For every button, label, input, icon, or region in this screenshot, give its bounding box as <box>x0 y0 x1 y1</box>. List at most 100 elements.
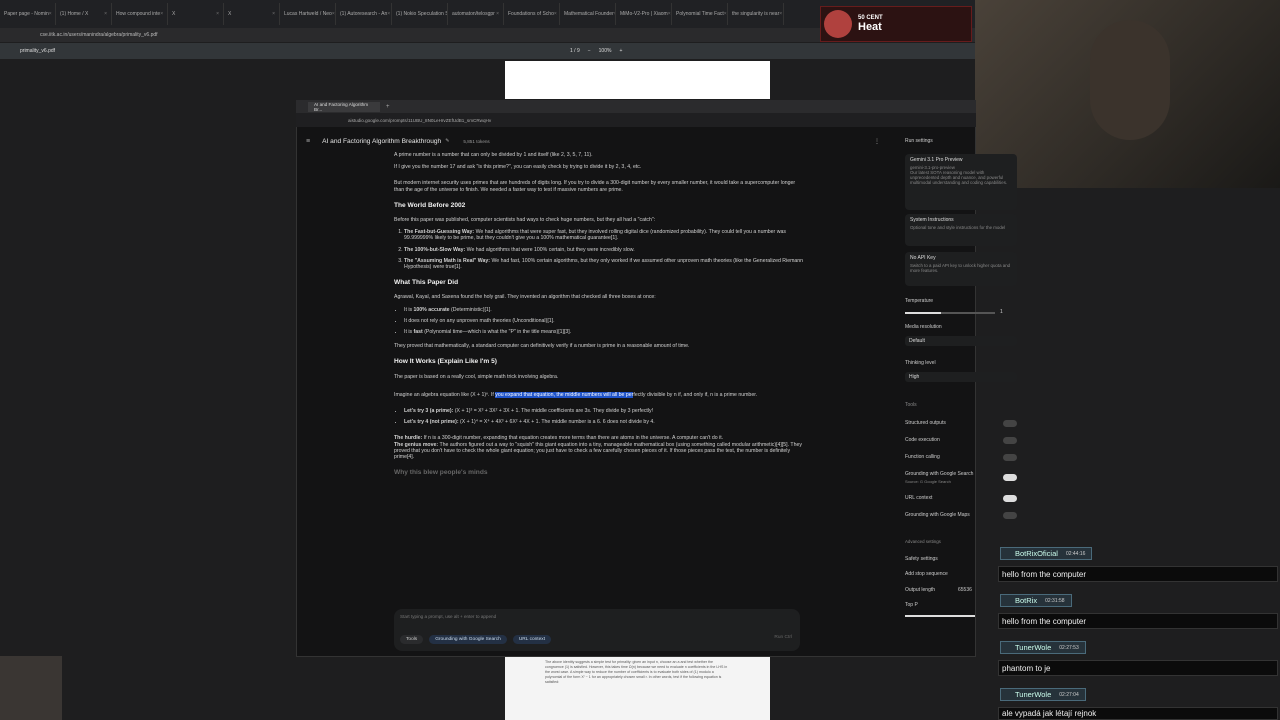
studio-toolbar: ≡ AI and Factoring Algorithm Breakthroug… <box>296 133 896 149</box>
section-heading: Why this blew people's minds <box>394 469 488 477</box>
advanced-settings[interactable]: Advanced settings <box>905 539 941 544</box>
browser-tab[interactable]: MiMo-V2-Pro | Xiaom × <box>616 3 672 25</box>
top-p-slider[interactable] <box>905 615 975 617</box>
temperature-label: Temperature <box>905 298 934 304</box>
pdf-toolbar: primality_v6.pdf 1 / 9 − 100% + <box>0 43 975 59</box>
paragraph: But modern internet security uses primes… <box>394 180 796 193</box>
close-tab-icon[interactable]: × <box>554 11 557 17</box>
edit-title-icon[interactable]: ✎ <box>445 138 449 144</box>
prompt-input[interactable]: Start typing a prompt, use alt + enter t… <box>400 614 496 619</box>
grounding-source: Source: G Google Search <box>905 479 951 484</box>
maps-toggle[interactable] <box>1003 512 1017 519</box>
close-tab-icon[interactable]: × <box>496 11 499 17</box>
grounding-toggle[interactable] <box>1003 474 1017 481</box>
browser-tab[interactable]: X × <box>224 3 280 25</box>
browser-tab[interactable]: automaton/telosgpr × <box>448 3 504 25</box>
paragraph: They proved that mathematically, a stand… <box>394 343 690 350</box>
browser-tab[interactable]: Foundations of Scho × <box>504 3 560 25</box>
browser-tab[interactable]: Polynomial Time Fact × <box>672 3 728 25</box>
browser-tab[interactable]: How compound inte × <box>112 3 168 25</box>
close-tab-icon[interactable]: × <box>216 11 219 17</box>
browser-tab-label: automaton/telosgpr <box>452 11 495 17</box>
browser-tab-label: X <box>172 11 176 17</box>
media-dropdown[interactable]: Default <box>905 336 1017 346</box>
prompt-title[interactable]: AI and Factoring Algorithm Breakthrough <box>322 138 441 145</box>
zoom-in-icon[interactable]: + <box>619 48 622 54</box>
system-instructions[interactable]: System Instructions Optional tone and st… <box>905 214 1017 246</box>
browser-tab[interactable]: Mathematical Founder× <box>560 3 616 25</box>
studio-tab[interactable]: AI and Factoring Algorithm Br... <box>308 101 380 112</box>
model-card[interactable]: Gemini 3.1 Pro Preview gemini-3.1-pro-pr… <box>905 154 1017 210</box>
close-tab-icon[interactable]: × <box>779 11 782 17</box>
browser-tab-label: Foundations of Scho <box>508 11 554 17</box>
chat-username: TunerWole 02:27:04 <box>1000 688 1086 701</box>
api-key-card[interactable]: No API Key Switch to a paid API key to u… <box>905 252 1017 286</box>
chat-message: hello from the computer <box>998 613 1278 629</box>
paragraph-with-selection: Imagine an algebra equation like (X + 1)… <box>394 391 758 398</box>
grounding-chip[interactable]: Grounding with Google Search <box>429 635 507 644</box>
thinking-label: Thinking level <box>905 360 936 366</box>
menu-icon[interactable]: ≡ <box>306 138 310 145</box>
url-context: URL context <box>905 495 933 501</box>
close-tab-icon[interactable]: × <box>332 11 335 17</box>
chat-message: hello from the computer <box>998 566 1278 582</box>
tools-button[interactable]: Tools <box>400 635 424 644</box>
selected-text[interactable]: you expand that equation, the middle num… <box>495 391 634 398</box>
temperature-slider[interactable] <box>905 312 995 314</box>
browser-tab[interactable]: (1) Autoresearch - An × <box>336 3 392 25</box>
section-heading: How It Works (Explain Like I'm 5) <box>394 358 497 366</box>
browser-tab[interactable]: Lucas Hartweld / Neo × <box>280 3 336 25</box>
browser-tab[interactable]: (1) Nokio Speculation S× <box>392 3 448 25</box>
structured-toggle[interactable] <box>1003 420 1017 427</box>
url-text: cse.iitk.ac.in/users/manindra/algebra/pr… <box>40 32 158 38</box>
stream-decoration <box>0 656 62 720</box>
temperature-value[interactable]: 1 <box>1000 309 1003 315</box>
bullet-list: It is 100% accurate (Deterministic)[1]. … <box>394 307 804 336</box>
list-item: Let's try 4 (not prime): (X + 1)⁴ = X⁴ +… <box>404 419 804 425</box>
zoom-out-icon[interactable]: − <box>588 48 591 54</box>
close-tab-icon[interactable]: × <box>49 11 52 17</box>
close-tab-icon[interactable]: × <box>160 11 163 17</box>
pdf-zoom[interactable]: 100% <box>599 48 612 54</box>
prompt-box[interactable]: Start typing a prompt, use alt + enter t… <box>394 609 800 651</box>
list-item: The Fast-but-Guessing Way: We had algori… <box>404 229 804 241</box>
paragraph: Before this paper was published, compute… <box>394 217 656 224</box>
browser-tab[interactable]: X × <box>168 3 224 25</box>
run-button[interactable]: Run Ctrl <box>774 635 792 640</box>
list-item: Let's try 3 (a prime): (X + 1)³ = X³ + 3… <box>404 408 804 414</box>
pdf-text: The above identity suggests a simple tes… <box>545 660 728 684</box>
browser-tab-label: (1) Autoresearch - An <box>340 11 388 17</box>
ordered-list: The Fast-but-Guessing Way: We had algori… <box>394 229 804 270</box>
close-tab-icon[interactable]: × <box>272 11 275 17</box>
studio-tab-strip: AI and Factoring Algorithm Br... + <box>296 100 976 113</box>
function-toggle[interactable] <box>1003 454 1017 461</box>
grounding-search: Grounding with Google Search <box>905 471 974 477</box>
close-tab-icon[interactable]: × <box>387 11 390 17</box>
paragraph: The paper is based on a really cool, sim… <box>394 373 559 380</box>
close-tab-icon[interactable]: × <box>668 11 671 17</box>
url-context-chip[interactable]: URL context <box>512 635 552 644</box>
url-context-toggle[interactable] <box>1003 495 1017 502</box>
new-tab-icon[interactable]: + <box>386 104 390 110</box>
output-length-value[interactable]: 65536 <box>958 587 972 593</box>
pdf-page <box>505 61 770 99</box>
paragraph: The hurdle: If n is a 300-digit number, … <box>394 435 802 461</box>
share-icon[interactable]: ⋮ <box>874 138 880 145</box>
stop-sequence[interactable]: Add stop sequence <box>905 571 948 577</box>
safety-settings[interactable]: Safety settings <box>905 556 938 562</box>
browser-tab-label: (1) Nokio Speculation S <box>396 11 448 17</box>
browser-tab[interactable]: (1) Home / X × <box>56 3 112 25</box>
function-calling: Function calling <box>905 454 940 460</box>
pdf-page-indicator[interactable]: 1 / 9 <box>570 48 580 54</box>
close-tab-icon[interactable]: × <box>724 11 727 17</box>
browser-tab[interactable]: Paper page - Nomin × <box>0 3 56 25</box>
studio-address-bar[interactable]: aistudio.google.com/prompts/11UBU_8N0LeH… <box>296 113 976 127</box>
chat-message: phantom to je <box>998 660 1278 676</box>
thinking-dropdown[interactable]: High <box>905 372 1017 382</box>
paragraph: Agrawal, Kayal, and Saxena found the hol… <box>394 294 656 301</box>
browser-tab-label: How compound inte <box>116 11 161 17</box>
code-toggle[interactable] <box>1003 437 1017 444</box>
close-tab-icon[interactable]: × <box>104 11 107 17</box>
chat-username: BotRix 02:31:58 <box>1000 594 1072 607</box>
browser-tab[interactable]: the singularity is near × <box>728 3 784 25</box>
